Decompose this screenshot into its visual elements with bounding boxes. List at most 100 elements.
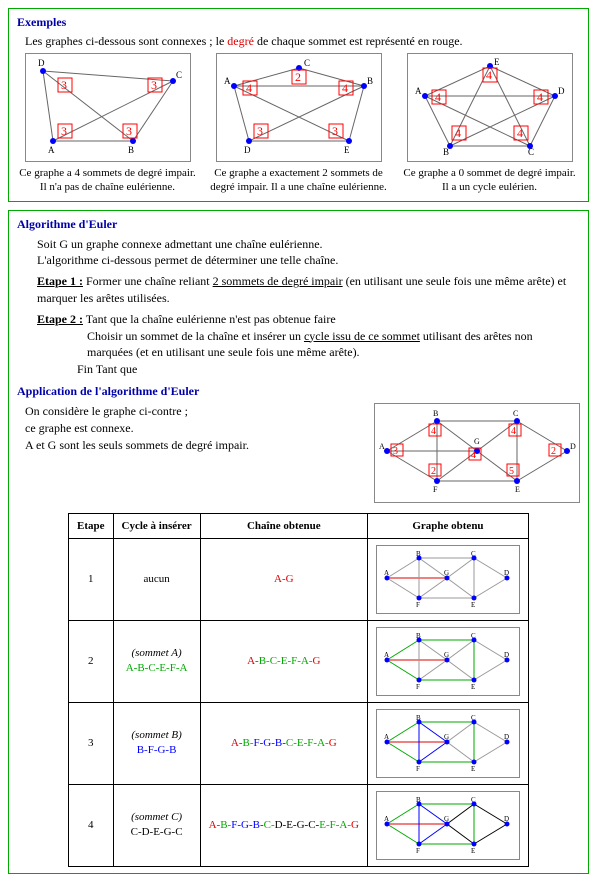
svg-text:D: D (570, 442, 576, 451)
svg-text:2: 2 (295, 70, 301, 84)
svg-text:D: D (38, 58, 45, 68)
svg-text:F: F (433, 485, 438, 494)
table-row: 2(sommet A)A-B-C-E-F-AA-B-C-E-F-A-GABCDE… (69, 620, 529, 702)
step2-line2-before: Choisir un sommet de la chaîne et insére… (87, 329, 304, 343)
chain-cell: A-B-F-G-B-C-D-E-G-C-E-F-A-G (200, 784, 367, 866)
application-title: Application de l'algorithme d'Euler (17, 384, 580, 399)
step-num: 3 (69, 702, 114, 784)
th-graphe: Graphe obtenu (367, 513, 528, 538)
svg-text:B: B (416, 796, 421, 804)
svg-text:G: G (444, 815, 449, 823)
step1-underlined: 2 sommets de degré impair (213, 274, 343, 288)
step2-line1: Tant que la chaîne eulérienne n'est pas … (86, 312, 336, 326)
graph-cell: ABCDEFG (367, 538, 528, 620)
svg-text:D: D (558, 86, 565, 96)
app-text-3: A et G sont les seuls sommets de degré i… (25, 437, 354, 454)
svg-text:4: 4 (431, 426, 436, 437)
svg-text:G: G (444, 569, 449, 577)
example-3-graph: ABC DE 4 4 4 4 4 (407, 53, 573, 162)
graph-svg-2: ABC DE 4 4 2 3 3 (219, 56, 379, 156)
algo-step1: Etape 1 : Former une chaîne reliant 2 so… (37, 273, 580, 307)
svg-text:D: D (504, 815, 509, 823)
app-text-1: On considère le graphe ci-contre ; (25, 403, 354, 420)
svg-text:4: 4 (342, 81, 348, 95)
table-row: 4(sommet C)C-D-E-G-CA-B-F-G-B-C-D-E-G-C-… (69, 784, 529, 866)
svg-text:3: 3 (61, 124, 67, 138)
svg-text:2: 2 (431, 466, 436, 477)
example-3: ABC DE 4 4 4 4 4 Ce graphe a 0 sommet de… (399, 53, 580, 195)
steps-table: Etape Cycle à insérer Chaîne obtenue Gra… (68, 513, 529, 867)
chain-cell: A-G (200, 538, 367, 620)
svg-text:C: C (471, 796, 476, 804)
svg-text:F: F (416, 601, 420, 608)
step2-line2-underlined: cycle issu de ce sommet (304, 329, 420, 343)
step-num: 2 (69, 620, 114, 702)
svg-text:A: A (415, 86, 422, 96)
svg-text:4: 4 (486, 68, 492, 82)
svg-text:3: 3 (151, 78, 157, 92)
svg-text:4: 4 (517, 126, 523, 140)
example-2: ABC DE 4 4 2 3 3 Ce graphe a exactement … (208, 53, 389, 195)
cycle-cell: (sommet A)A-B-C-E-F-A (113, 620, 200, 702)
svg-text:4: 4 (435, 90, 441, 104)
step-num: 1 (69, 538, 114, 620)
algo-intro: Soit G un graphe connexe admettant une c… (37, 236, 580, 270)
example-1-caption: Ce graphe a 4 sommets de degré impair. I… (17, 166, 198, 195)
svg-text:E: E (494, 57, 500, 67)
svg-text:F: F (416, 765, 420, 772)
svg-text:D: D (504, 569, 509, 577)
graph-svg-3: ABC DE 4 4 4 4 4 (410, 56, 570, 156)
svg-text:E: E (471, 683, 475, 690)
intro-before: Les graphes ci-dessous sont connexes ; l… (25, 34, 227, 48)
svg-text:A: A (379, 442, 385, 451)
svg-text:3: 3 (257, 124, 263, 138)
examples-box: Exemples Les graphes ci-dessous sont con… (8, 8, 589, 202)
svg-text:4: 4 (511, 426, 516, 437)
svg-text:A: A (384, 651, 389, 659)
app-text-2: ce graphe est connexe. (25, 420, 354, 437)
svg-text:3: 3 (126, 124, 132, 138)
step2-label: Etape 2 : (37, 312, 83, 326)
svg-text:C: C (304, 58, 310, 68)
intro-degree-word: degré (227, 34, 254, 48)
svg-text:2: 2 (551, 446, 556, 457)
app-graph-svg: ABC DEF G 3 4 4 2 5 2 4 (377, 406, 577, 496)
svg-text:C: C (471, 550, 476, 558)
table-row: 1aucunA-GABCDEFG (69, 538, 529, 620)
svg-text:D: D (504, 733, 509, 741)
algorithm-title: Algorithme d'Euler (17, 217, 580, 232)
svg-text:E: E (471, 601, 475, 608)
svg-text:B: B (416, 632, 421, 640)
step-num: 4 (69, 784, 114, 866)
algo-step2: Etape 2 : Tant que la chaîne eulérienne … (37, 311, 580, 378)
svg-text:C: C (471, 632, 476, 640)
svg-text:C: C (513, 409, 518, 418)
algorithm-box: Algorithme d'Euler Soit G un graphe conn… (8, 210, 589, 874)
example-1: AB CD 3 3 3 3 Ce graphe a 4 sommets de d… (17, 53, 198, 195)
svg-text:B: B (367, 76, 373, 86)
table-row: 3(sommet B)B-F-G-BA-B-F-G-B-C-E-F-A-GABC… (69, 702, 529, 784)
svg-text:B: B (433, 409, 438, 418)
cycle-cell: (sommet B)B-F-G-B (113, 702, 200, 784)
svg-text:E: E (515, 485, 520, 494)
svg-text:4: 4 (537, 90, 543, 104)
svg-text:G: G (474, 437, 480, 446)
svg-text:A: A (224, 76, 231, 86)
graph-cell: ABCDEFG (367, 784, 528, 866)
svg-text:B: B (443, 147, 449, 156)
svg-text:D: D (504, 651, 509, 659)
svg-text:E: E (471, 847, 475, 854)
svg-text:B: B (128, 145, 134, 155)
intro-after: de chaque sommet est représenté en rouge… (254, 34, 463, 48)
svg-text:G: G (444, 733, 449, 741)
algo-intro-1: Soit G un graphe connexe admettant une c… (37, 236, 580, 253)
graph-svg-1: AB CD 3 3 3 3 (28, 56, 188, 156)
cycle-cell: (sommet C)C-D-E-G-C (113, 784, 200, 866)
svg-text:3: 3 (61, 78, 67, 92)
example-2-graph: ABC DE 4 4 2 3 3 (216, 53, 382, 162)
svg-text:5: 5 (509, 466, 514, 477)
th-etape: Etape (69, 513, 114, 538)
svg-text:F: F (416, 683, 420, 690)
svg-text:4: 4 (246, 81, 252, 95)
application-graph: ABC DEF G 3 4 4 2 5 2 4 (374, 403, 580, 503)
